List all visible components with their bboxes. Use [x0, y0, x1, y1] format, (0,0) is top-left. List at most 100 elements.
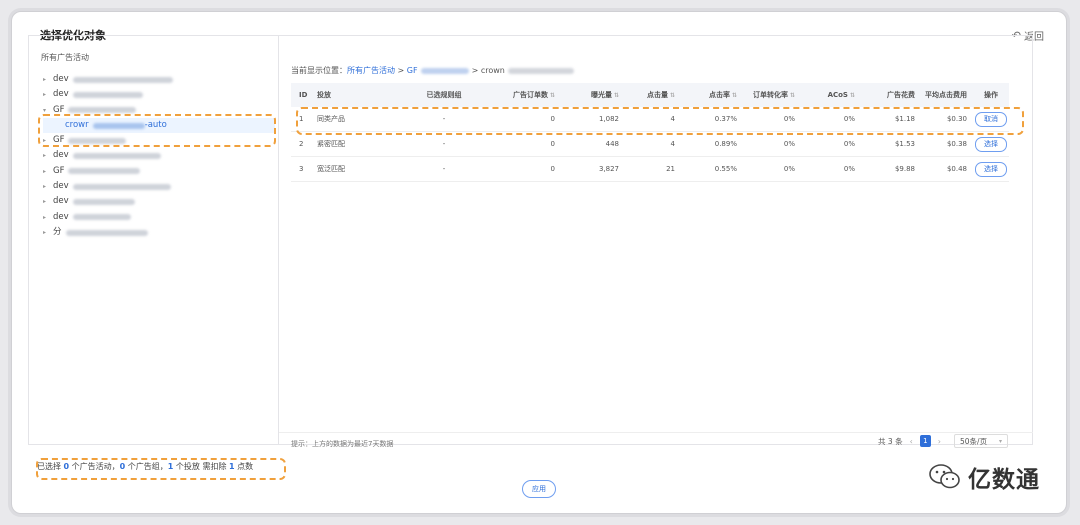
breadcrumb-label: 当前显示位置： [291, 66, 347, 75]
cell-grp: - [442, 140, 446, 148]
watermark-text: 亿数通 [968, 467, 1040, 493]
tree-item-label: GF [53, 165, 65, 176]
divider [279, 432, 1033, 433]
pagination: 共 3 条 ‹ 1 › 50条/页 ▾ [878, 434, 1008, 448]
cell-cost: $9.88 [894, 165, 915, 173]
caret-right-icon[interactable]: ▸ [43, 164, 53, 179]
tree-item-label: dev [53, 150, 69, 161]
caret-right-icon[interactable]: ▸ [43, 148, 53, 163]
cell-ord: 0 [550, 140, 555, 148]
tree-heading[interactable]: 所有广告活动 [41, 52, 89, 63]
cell-imp: 448 [605, 140, 619, 148]
col-acos[interactable]: ACoS ⇅ [807, 91, 871, 99]
redacted-text [72, 199, 135, 206]
caret-right-icon[interactable]: ▸ [43, 225, 53, 240]
col-cvr[interactable]: 订单转化率 ⇅ [745, 90, 807, 100]
cell-acos: 0% [843, 140, 855, 148]
chevron-down-icon: ▾ [998, 437, 1002, 445]
caret-right-icon[interactable]: ▸ [43, 87, 53, 102]
redacted-text [72, 91, 143, 98]
redacted-text [72, 76, 173, 83]
select-button[interactable]: 选择 [975, 136, 1007, 152]
col-name: 投放 [317, 91, 331, 99]
highlight-tree-selection [38, 114, 276, 147]
tree-item[interactable]: ▸ 分 [43, 225, 273, 240]
redacted-text [507, 67, 574, 74]
redacted-text [68, 107, 137, 114]
cell-name: 宽泛匹配 [317, 165, 345, 173]
cell-cvr: 0% [783, 165, 795, 173]
wechat-icon [929, 464, 960, 489]
cell-name: 紧密匹配 [317, 140, 345, 148]
tree-item-label: dev [53, 181, 69, 192]
watermark-logo: 亿数通 [928, 460, 1040, 494]
targets-panel: 当前显示位置： 所有广告活动 > GF > crown ID 投放 已选规则组 … [279, 35, 1033, 448]
redacted-text [68, 168, 141, 175]
breadcrumb-gf[interactable]: GF [407, 66, 418, 75]
tree-item-label: dev [53, 211, 69, 222]
next-page-icon[interactable]: › [938, 437, 941, 446]
select-button[interactable]: 选择 [975, 161, 1007, 177]
highlight-table-row [296, 107, 1024, 135]
sort-icon[interactable]: ⇅ [850, 92, 855, 99]
redacted-text [65, 229, 148, 236]
caret-right-icon[interactable]: ▸ [43, 210, 53, 225]
sort-icon[interactable]: ⇅ [732, 92, 737, 99]
cell-grp: - [442, 165, 446, 173]
table-header: ID 投放 已选规则组 广告订单数 ⇅ 曝光量 ⇅ 点击量 ⇅ 点击率 ⇅ 订单转化率 ⇅… [291, 83, 1009, 107]
highlight-summary [36, 458, 286, 480]
sort-icon[interactable]: ⇅ [790, 92, 795, 99]
breadcrumb-crown: crown [480, 66, 505, 75]
cell-cpc: $0.48 [946, 165, 967, 173]
breadcrumb: 当前显示位置： 所有广告活动 > GF > crown [291, 65, 577, 76]
tree-item[interactable]: ▸ dev [43, 148, 273, 163]
col-cpc: 平均点击费用 [925, 91, 967, 99]
col-orders[interactable]: 广告订单数 ⇅ [485, 90, 565, 100]
cell-clk: 21 [666, 165, 675, 173]
tree-item[interactable]: ▸ dev [43, 72, 273, 87]
cell-op: 选择 [973, 136, 1009, 152]
sort-icon[interactable]: ⇅ [670, 92, 675, 99]
col-clicks[interactable]: 点击量 ⇅ [627, 90, 683, 100]
cell-cvr: 0% [783, 140, 795, 148]
cell-id: 2 [299, 140, 304, 148]
tree-item-label: 分 [53, 226, 62, 237]
tree-item[interactable]: ▸ dev [43, 87, 273, 102]
tree-item[interactable]: ▸ dev [43, 179, 273, 194]
redacted-text [72, 183, 171, 190]
campaign-tree: ▸ dev ▸ dev ▾ GF crowr -auto ▸ GF ▸ dev ▸ GF ▸ dev ▸ dev ▸… [43, 72, 275, 240]
campaign-tree-panel: 所有广告活动 ▸ dev ▸ dev ▾ GF crowr -auto ▸ GF ▸ dev ▸ GF ▸ d… [28, 35, 279, 445]
hint-text: 提示：上方的数据为最近7天数据 [291, 440, 394, 448]
tree-item[interactable]: ▸ GF [43, 164, 273, 179]
col-id: ID [299, 91, 308, 99]
sort-icon[interactable]: ⇅ [614, 92, 619, 99]
tree-item[interactable]: ▸ dev [43, 210, 273, 225]
sort-icon[interactable]: ⇅ [550, 92, 555, 99]
cell-op: 选择 [973, 161, 1009, 177]
tree-item-label: dev [53, 89, 69, 100]
cell-id: 3 [299, 165, 304, 173]
prev-page-icon[interactable]: ‹ [910, 437, 913, 446]
tree-item-label: dev [53, 196, 69, 207]
cell-ord: 0 [550, 165, 555, 173]
caret-right-icon[interactable]: ▸ [43, 179, 53, 194]
cell-ctr: 0.89% [714, 140, 737, 148]
redacted-text [72, 214, 131, 221]
caret-right-icon[interactable]: ▸ [43, 72, 53, 87]
col-ctr[interactable]: 点击率 ⇅ [683, 90, 745, 100]
redacted-text [420, 67, 469, 74]
col-impressions[interactable]: 曝光量 ⇅ [565, 90, 627, 100]
tree-item-label: dev [53, 74, 69, 84]
table-row: 3 宽泛匹配 - 0 3,827 21 0.55% 0% 0% $9.88 $0.48 选择 [291, 157, 1009, 182]
page-current[interactable]: 1 [919, 435, 931, 447]
apply-button[interactable]: 应用 [522, 480, 556, 498]
total-count: 共 3 条 [878, 436, 903, 446]
cell-ctr: 0.55% [714, 165, 737, 173]
breadcrumb-root[interactable]: 所有广告活动 [347, 65, 395, 76]
tree-item[interactable]: ▸ dev [43, 194, 273, 209]
caret-right-icon[interactable]: ▸ [43, 194, 53, 209]
col-rule-group: 已选规则组 [426, 91, 462, 99]
page-size-select[interactable]: 50条/页 ▾ [954, 434, 1008, 448]
cell-clk: 4 [670, 140, 675, 148]
col-cost: 广告花费 [887, 91, 915, 99]
